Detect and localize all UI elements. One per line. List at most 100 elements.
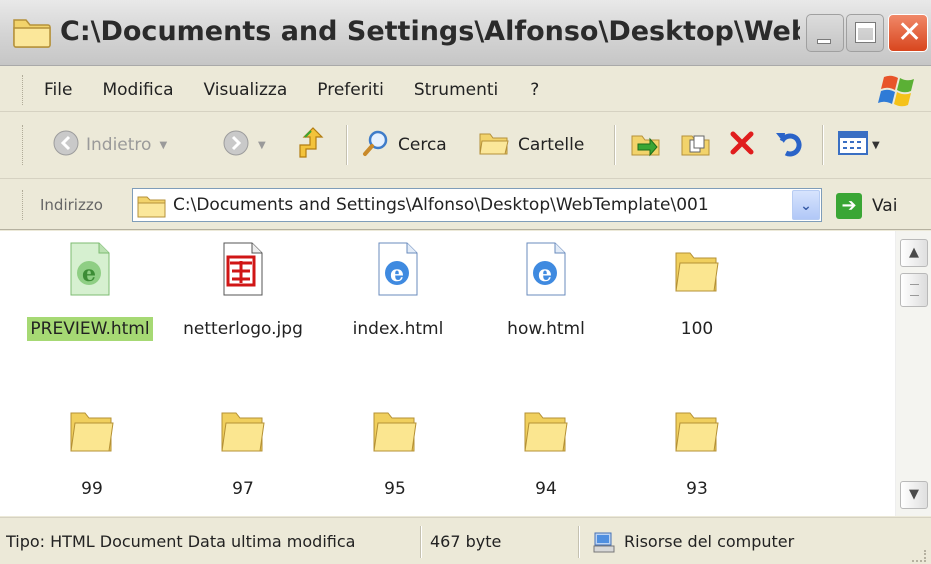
toolbar-separator xyxy=(346,125,348,165)
address-input[interactable]: C:\Documents and Settings\Alfonso\Deskto… xyxy=(132,188,822,222)
folders-button[interactable]: Cartelle xyxy=(478,127,584,163)
standard-toolbar: Indietro ▼ ▼ Cerca Cartelle ▼ xyxy=(0,113,931,179)
folder-item[interactable]: 93 xyxy=(622,391,772,511)
address-value[interactable]: C:\Documents and Settings\Alfonso\Deskto… xyxy=(173,189,793,221)
folder-icon xyxy=(137,194,167,222)
address-dropdown-button[interactable]: ⌄ xyxy=(792,190,820,220)
forward-arrow-icon xyxy=(222,129,250,162)
folder-icon xyxy=(521,401,571,457)
search-button[interactable]: Cerca xyxy=(362,127,447,163)
file-name: how.html xyxy=(507,319,585,339)
go-label: Vai xyxy=(872,196,898,216)
scroll-down-button[interactable]: ▼ xyxy=(900,481,928,509)
scroll-up-button[interactable]: ▲ xyxy=(900,239,928,267)
resize-grip[interactable] xyxy=(912,550,926,562)
folder-icon xyxy=(672,241,722,297)
svg-text:e: e xyxy=(390,261,404,287)
menu-help[interactable]: ? xyxy=(530,76,539,104)
folder-name: 94 xyxy=(535,479,557,499)
svg-text:e: e xyxy=(538,261,552,287)
file-item[interactable]: e PREVIEW.html xyxy=(15,231,165,351)
explorer-window: C:\Documents and Settings\Alfonso\Deskto… xyxy=(0,0,931,564)
close-button[interactable]: ✕ xyxy=(888,14,928,52)
toolbar-grip[interactable] xyxy=(22,75,24,105)
up-folder-icon xyxy=(296,126,326,164)
maximize-button[interactable] xyxy=(846,14,884,52)
go-arrow-icon: ➔ xyxy=(836,193,862,219)
toolbar-grip[interactable] xyxy=(22,190,24,220)
folder-icon xyxy=(370,401,420,457)
file-item[interactable]: e how.html xyxy=(471,231,621,351)
my-computer-icon xyxy=(592,532,616,558)
search-label: Cerca xyxy=(398,135,447,155)
folders-icon xyxy=(478,129,510,162)
up-folder-button[interactable] xyxy=(296,126,326,164)
folder-item[interactable]: 100 xyxy=(622,231,772,351)
menu-modifica[interactable]: Modifica xyxy=(102,76,173,104)
folder-icon xyxy=(218,401,268,457)
minimize-icon xyxy=(817,39,831,44)
close-icon: ✕ xyxy=(897,15,923,50)
delete-button[interactable] xyxy=(728,127,756,163)
folder-item[interactable]: 95 xyxy=(320,391,470,511)
folder-item[interactable]: 94 xyxy=(471,391,621,511)
move-to-icon xyxy=(630,128,662,163)
minimize-button[interactable] xyxy=(806,14,844,52)
file-name: netterlogo.jpg xyxy=(183,319,303,339)
toolbar-separator xyxy=(614,125,616,165)
folder-icon xyxy=(12,14,52,54)
status-size: 467 byte xyxy=(430,532,502,551)
folder-name: 93 xyxy=(686,479,708,499)
menu-preferiti[interactable]: Preferiti xyxy=(317,76,384,104)
toolbar-grip[interactable] xyxy=(22,125,24,165)
menu-visualizza[interactable]: Visualizza xyxy=(204,76,288,104)
copy-to-icon xyxy=(680,128,712,163)
vertical-scrollbar[interactable]: ▲ ▼ xyxy=(895,231,931,516)
folder-name: 99 xyxy=(81,479,103,499)
file-list-pane[interactable]: e PREVIEW.html netterlogo.jpg e index.ht… xyxy=(0,231,895,516)
toolbar-separator xyxy=(822,125,824,165)
views-icon xyxy=(838,130,870,161)
folder-name: 97 xyxy=(232,479,254,499)
folder-icon xyxy=(672,401,722,457)
image-file-icon xyxy=(218,241,268,297)
file-name: index.html xyxy=(352,319,444,339)
menu-file[interactable]: File xyxy=(44,76,72,104)
forward-button[interactable]: ▼ xyxy=(222,127,266,163)
window-title: C:\Documents and Settings\Alfonso\Deskto… xyxy=(60,16,800,47)
maximize-icon xyxy=(855,22,876,43)
folder-icon xyxy=(67,401,117,457)
menu-bar: File Modifica Visualizza Preferiti Strum… xyxy=(0,67,931,112)
ie-html-icon: e xyxy=(65,241,115,297)
back-label: Indietro xyxy=(86,135,152,155)
folder-item[interactable]: 97 xyxy=(168,391,318,511)
go-button[interactable]: ➔ Vai xyxy=(836,190,897,222)
status-bar: Tipo: HTML Document Data ultima modifica… xyxy=(0,517,931,564)
file-item[interactable]: netterlogo.jpg xyxy=(168,231,318,351)
status-location: Risorse del computer xyxy=(624,532,795,551)
address-label: Indirizzo xyxy=(40,196,103,214)
back-button[interactable]: Indietro ▼ xyxy=(52,127,167,163)
move-to-button[interactable] xyxy=(630,127,662,163)
views-dropdown-icon: ▼ xyxy=(872,139,880,151)
file-name: PREVIEW.html xyxy=(15,317,165,341)
delete-icon xyxy=(728,129,756,162)
folder-item[interactable]: 99 xyxy=(17,391,167,511)
scroll-thumb[interactable] xyxy=(900,273,928,307)
copy-to-button[interactable] xyxy=(680,127,712,163)
ie-html-icon: e xyxy=(373,241,423,297)
title-bar[interactable]: C:\Documents and Settings\Alfonso\Deskto… xyxy=(0,0,931,66)
back-arrow-icon xyxy=(52,129,80,162)
undo-icon xyxy=(774,129,804,162)
svg-text:e: e xyxy=(82,261,96,287)
folder-name: 100 xyxy=(680,319,714,339)
views-button[interactable]: ▼ xyxy=(838,127,880,163)
folder-name: 95 xyxy=(384,479,406,499)
file-item[interactable]: e index.html xyxy=(323,231,473,351)
status-divider xyxy=(578,526,580,558)
menu-strumenti[interactable]: Strumenti xyxy=(414,76,498,104)
forward-dropdown-icon[interactable]: ▼ xyxy=(258,140,266,151)
back-dropdown-icon[interactable]: ▼ xyxy=(159,140,167,151)
search-icon xyxy=(362,129,390,162)
undo-button[interactable] xyxy=(774,127,804,163)
